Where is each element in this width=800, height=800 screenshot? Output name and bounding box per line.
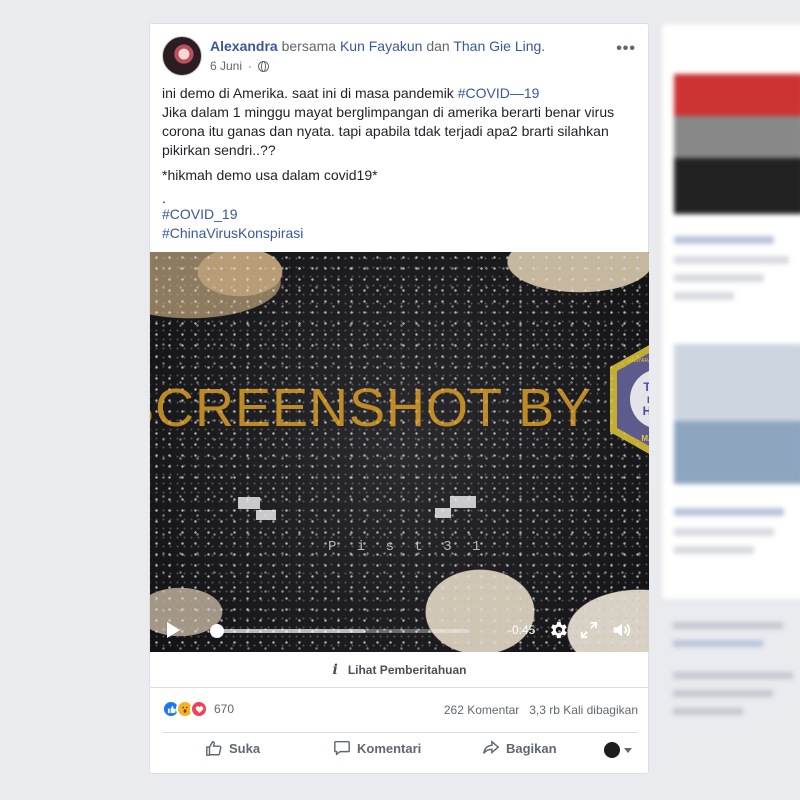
scrubber-knob[interactable] (210, 624, 224, 638)
chevron-down-icon (624, 747, 632, 753)
post-dot: . (162, 190, 166, 206)
volume-icon[interactable] (611, 619, 633, 641)
stats-right: 262 Komentar 3,3 rb Kali dibagikan (444, 703, 638, 717)
sidebar-image (674, 344, 800, 484)
notice-bar[interactable]: i Lihat Pemberitahuan (150, 652, 649, 688)
info-icon: i (332, 661, 338, 678)
vehicle-shape (450, 496, 476, 508)
play-icon[interactable] (167, 622, 180, 638)
watermark-text: SCREENSHOT BY (150, 378, 593, 438)
video-player[interactable]: SCREENSHOT BY P i s t 3 1 TURN BACK HOAX… (150, 252, 649, 652)
footer-line (673, 690, 773, 697)
buffer-bar (210, 629, 365, 633)
sidebar-image (674, 74, 800, 214)
post-text-prefix: ini demo di Amerika. saat ini di masa pa… (162, 85, 454, 101)
expand-icon[interactable] (580, 621, 598, 639)
reactions-summary[interactable]: 670 (162, 700, 234, 718)
action-bar: Suka Komentari Bagikan (162, 732, 638, 764)
reaction-count: 670 (214, 702, 235, 716)
sidebar-line (674, 292, 734, 300)
hashtag-covid[interactable]: #COVID_19 (162, 205, 638, 224)
notice-label: Lihat Pemberitahuan (347, 662, 467, 677)
video-controls: -0:45 (150, 608, 649, 652)
sidebar-line (674, 546, 754, 554)
vehicle-shape (238, 497, 260, 509)
time-remaining: -0:45 (508, 623, 536, 637)
post-meta: 6 Juni · (210, 59, 270, 73)
hashtag-covid-inline[interactable]: #COVID—19 (458, 85, 540, 101)
svg-text:MAFINDO: MAFINDO (641, 434, 649, 443)
share-arrow-icon (483, 740, 500, 755)
thumbs-up-icon (206, 740, 222, 756)
post-date[interactable]: 6 Juni (210, 59, 242, 73)
svg-text:HOAX: HOAX (643, 404, 649, 418)
comments-count[interactable]: 262 Komentar (444, 703, 519, 717)
vehicle-shape (435, 508, 451, 518)
footer-line (673, 708, 743, 715)
tagged-user-2[interactable]: Than Gie Ling. (453, 38, 545, 54)
love-reaction-icon (190, 700, 208, 718)
footer-line (673, 672, 793, 679)
speech-bubble-icon (334, 740, 350, 756)
comment-label: Komentari (357, 740, 422, 756)
mafindo-badge-logo: TURN BACK HOAX MAFINDO MASYARAKAT ANTI F… (610, 345, 649, 454)
more-options-icon[interactable]: ••• (616, 40, 636, 58)
post-card: Alexandra bersama Kun Fayakun dan Than G… (149, 23, 649, 774)
user-avatar-small (604, 742, 620, 758)
right-sidebar-blurred (661, 23, 800, 600)
share-button[interactable]: Bagikan (482, 739, 557, 757)
audience-selector[interactable] (604, 742, 632, 758)
post-text: ini demo di Amerika. saat ini di masa pa… (162, 84, 638, 243)
sidebar-line (674, 256, 789, 264)
author-name[interactable]: Alexandra (210, 38, 278, 54)
post-paragraph-1: Jika dalam 1 minggu mayat berglimpangan … (162, 104, 615, 158)
sidebar-line (674, 528, 774, 536)
comment-button[interactable]: Komentari (333, 739, 421, 757)
svg-text:MASYARAKAT ANTI FITNAH: MASYARAKAT ANTI FITNAH (627, 358, 649, 364)
right-sidebar-footer-blurred (661, 612, 800, 732)
sidebar-line (674, 236, 774, 244)
svg-text:TURN: TURN (643, 380, 649, 394)
hashtag-china-virus[interactable]: #ChinaVirusKonspirasi (162, 224, 638, 243)
like-button[interactable]: Suka (205, 739, 260, 757)
post-text-line1: ini demo di Amerika. saat ini di masa pa… (162, 84, 638, 160)
with-text: bersama (281, 38, 337, 54)
share-label: Bagikan (506, 740, 557, 756)
tagged-user-1[interactable]: Kun Fayakun (340, 38, 423, 54)
post-stats: 670 262 Komentar 3,3 rb Kali dibagikan (162, 696, 638, 718)
post-header: Alexandra bersama Kun Fayakun dan Than G… (162, 36, 636, 76)
video-crowd-texture (150, 252, 649, 652)
shares-count[interactable]: 3,3 rb Kali dibagikan (529, 703, 638, 717)
video-scrubber[interactable] (210, 624, 468, 638)
footer-line (673, 622, 783, 629)
video-overlay-text: P i s t 3 1 (328, 539, 487, 555)
footer-line (673, 640, 763, 647)
sidebar-line (674, 508, 784, 516)
post-paragraph-2: *hikmah demo usa dalam covid19* (162, 167, 378, 183)
and-text: dan (426, 38, 450, 54)
like-label: Suka (229, 740, 261, 756)
sidebar-line (674, 274, 764, 282)
vehicle-shape (256, 510, 276, 520)
gear-icon[interactable] (547, 619, 569, 641)
author-avatar[interactable] (162, 36, 202, 76)
globe-icon (258, 60, 270, 72)
author-line: Alexandra bersama Kun Fayakun dan Than G… (210, 38, 545, 54)
